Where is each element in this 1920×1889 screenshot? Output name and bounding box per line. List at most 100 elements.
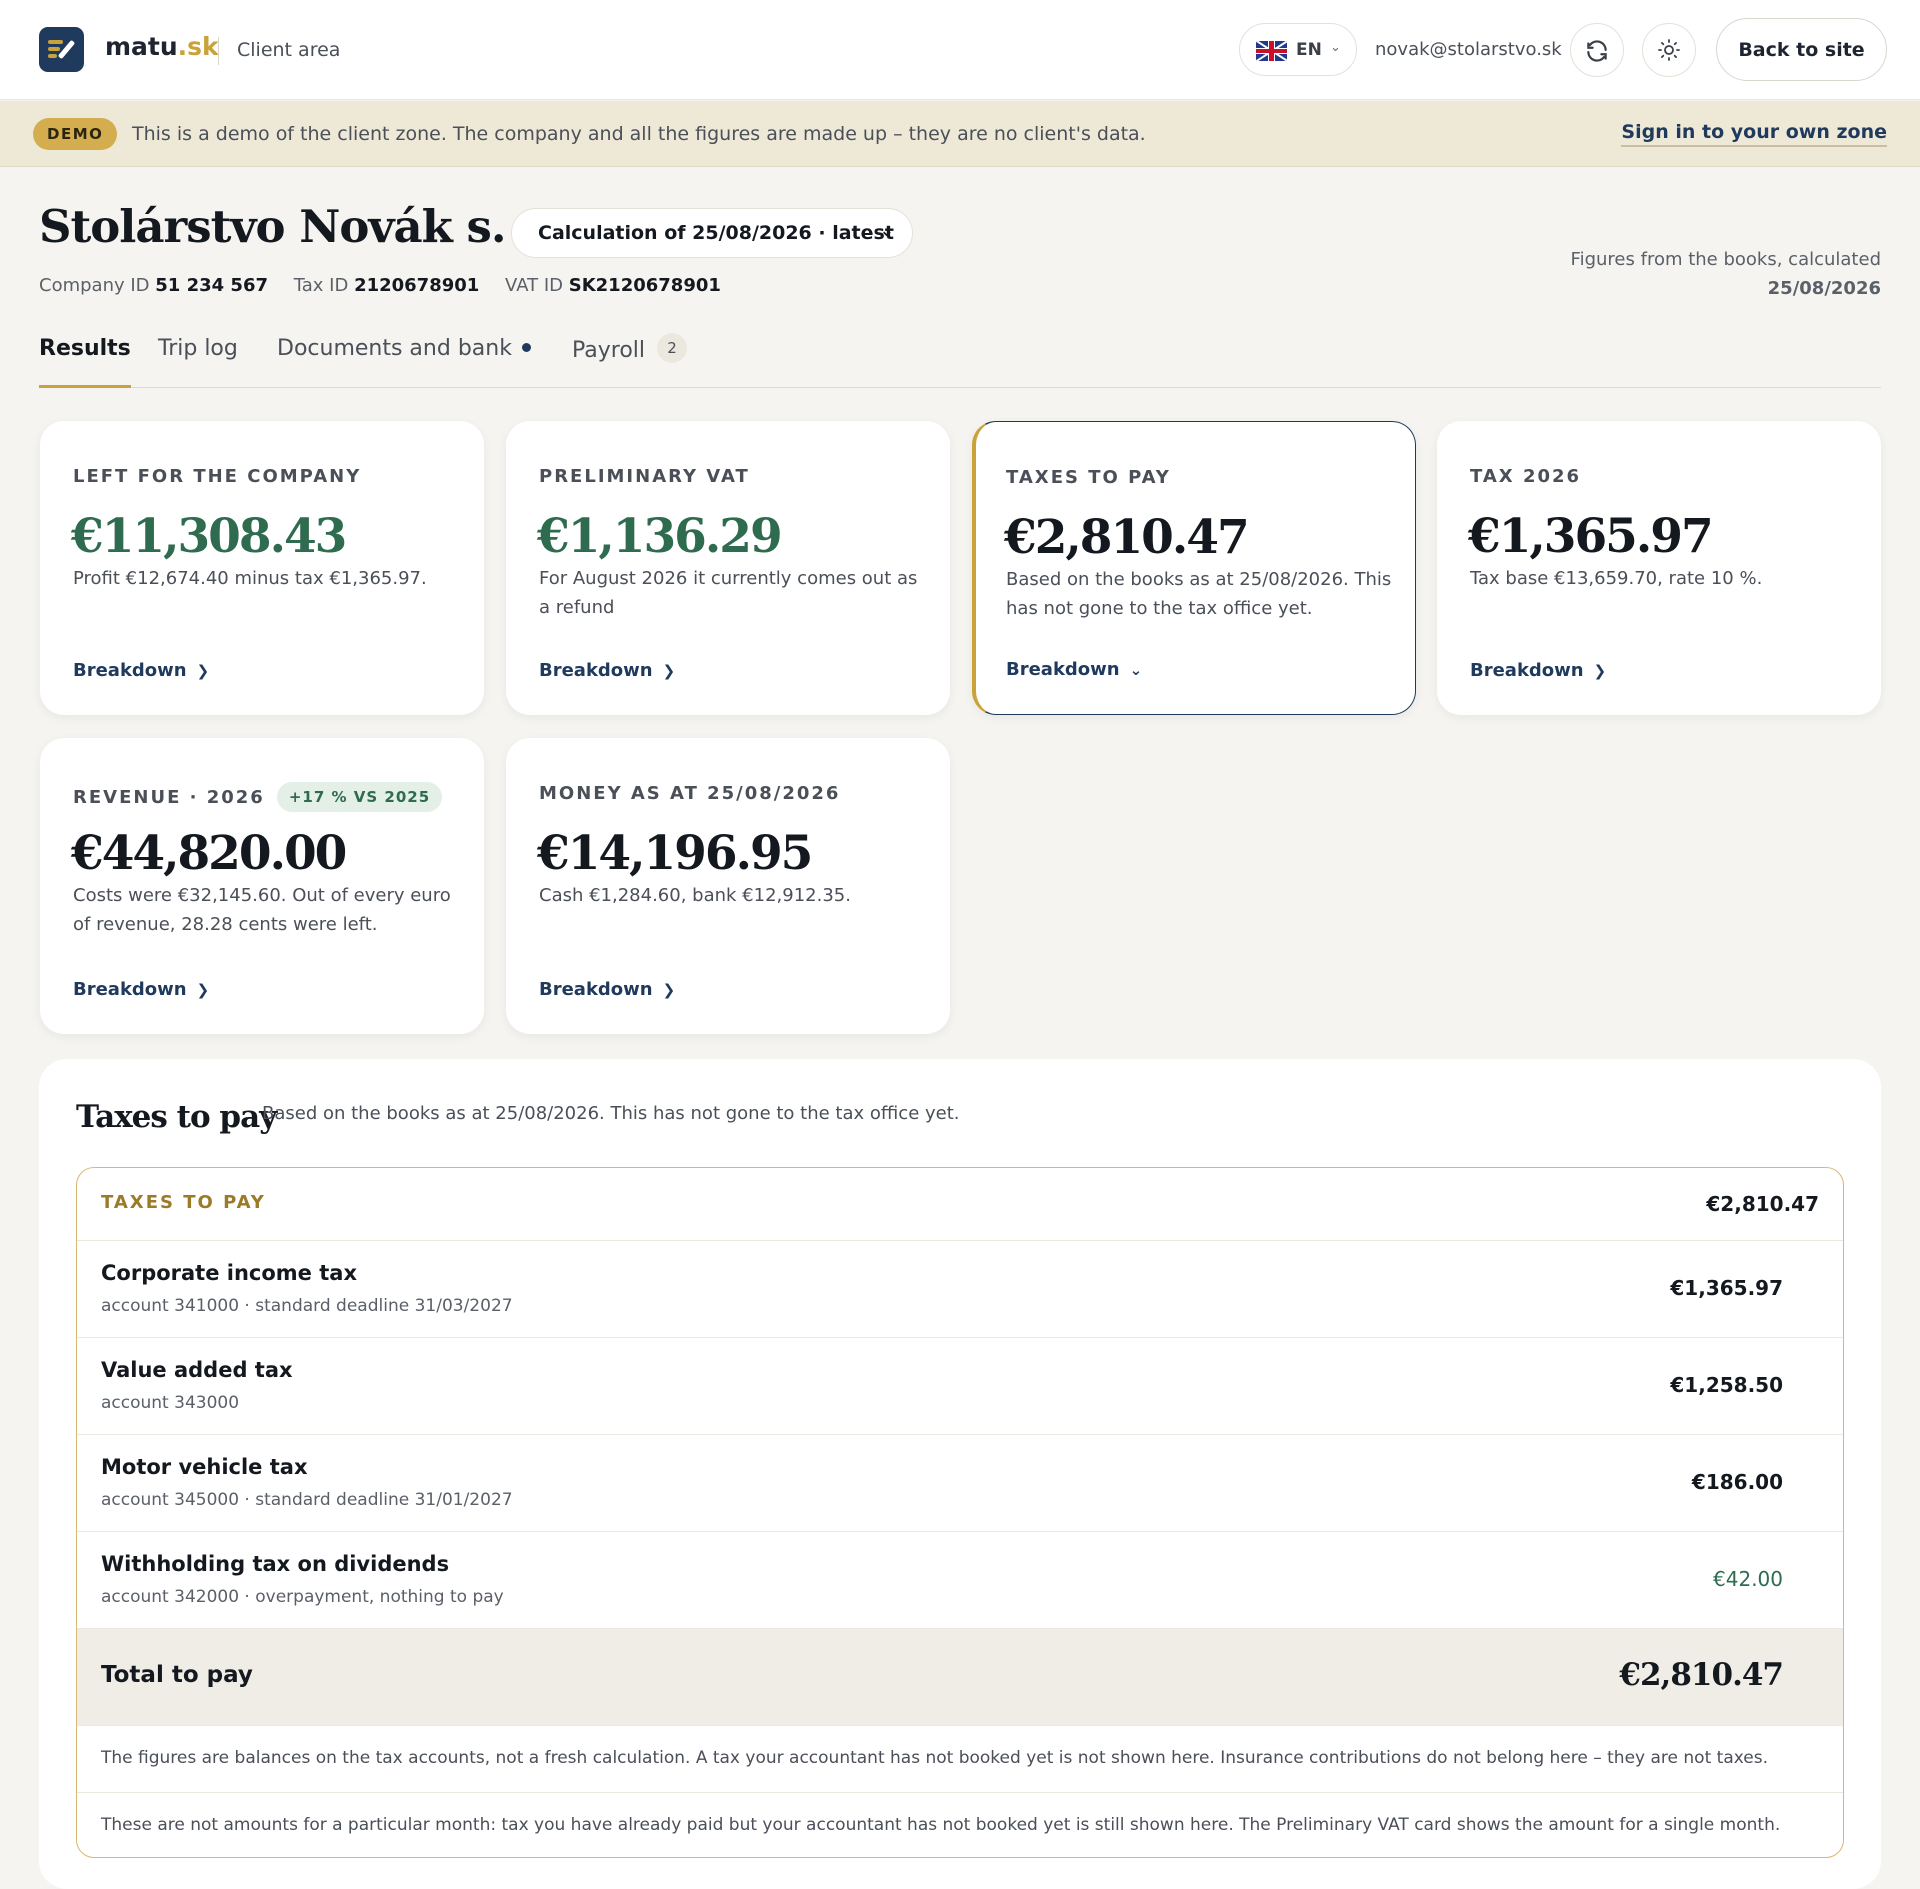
card-label: PRELIMINARY VAT: [539, 466, 750, 487]
tax-name: Corporate income tax: [101, 1261, 357, 1285]
unread-dot-icon: [521, 342, 531, 352]
breakdown-link[interactable]: Breakdown ⌄: [1006, 659, 1142, 680]
chevron-down-icon: ⌄: [879, 221, 894, 241]
card-description: Costs were €32,145.60. Out of every euro…: [73, 885, 451, 935]
section-title: Taxes to pay: [76, 1099, 277, 1135]
card-value: €14,196.95: [537, 826, 813, 881]
brand-divider: [218, 37, 219, 65]
brand-name[interactable]: matu.sk: [105, 32, 219, 61]
breakdown-link[interactable]: Breakdown ❯: [539, 979, 675, 1000]
card-description: Cash €1,284.60, bank €12,912.35.: [539, 885, 851, 906]
tab-documents-and-bank[interactable]: Documents and bank: [277, 336, 531, 388]
calculation-select[interactable]: Calculation of 25/08/2026 · latest ⌄: [511, 208, 913, 258]
demo-badge: DEMO: [33, 118, 118, 150]
total-label: Total to pay: [101, 1662, 253, 1688]
card-description: Based on the books as at 25/08/2026. Thi…: [1006, 569, 1392, 619]
calculation-select-value: Calculation of 25/08/2026 · latest: [538, 222, 894, 244]
taxes-note: The figures are balances on the tax acco…: [101, 1748, 1768, 1768]
tab-bar: Results Trip log Documents and bank Payr…: [39, 332, 1881, 388]
card-description: Profit €12,674.40 minus tax €1,365.97.: [73, 568, 427, 589]
tax-amount: €1,258.50: [1670, 1373, 1783, 1397]
chevron-down-icon: ⌄: [1330, 40, 1341, 55]
divider: [77, 1792, 1843, 1793]
card-value: €1,136.29: [537, 509, 783, 564]
language-code: EN: [1296, 40, 1322, 60]
chevron-right-icon: ❯: [1593, 662, 1607, 680]
total-amount: €2,810.47: [1619, 1657, 1784, 1693]
table-row: Value added tax account 343000 €1,258.50: [77, 1338, 1843, 1435]
user-email: novak@stolarstvo.sk: [1375, 39, 1562, 60]
taxes-section: Taxes to pay Based on the books as at 25…: [39, 1059, 1881, 1889]
tax-name: Value added tax: [101, 1358, 293, 1382]
chevron-down-icon: ⌄: [1129, 661, 1143, 679]
figures-note-date: 25/08/2026: [1767, 278, 1881, 299]
chevron-right-icon: ❯: [196, 662, 210, 680]
taxes-table: TAXES TO PAY €2,810.47 Corporate income …: [76, 1167, 1844, 1858]
tab-payroll[interactable]: Payroll 2: [572, 333, 688, 388]
taxes-header-amount: €2,810.47: [1706, 1192, 1819, 1216]
breakdown-link[interactable]: Breakdown ❯: [73, 979, 209, 1000]
card-label: TAX 2026: [1470, 466, 1582, 487]
figures-note-text: Figures from the books, calculated: [1570, 249, 1881, 270]
tax-meta: account 343000: [101, 1393, 240, 1413]
tab-results[interactable]: Results: [39, 336, 131, 388]
breakdown-link[interactable]: Breakdown ❯: [539, 660, 675, 681]
card-value: €11,308.43: [71, 509, 347, 564]
payroll-count-badge: 2: [657, 333, 688, 363]
table-row: Motor vehicle tax account 345000 · stand…: [77, 1435, 1843, 1532]
tax-amount: €1,365.97: [1670, 1276, 1783, 1300]
refresh-icon: [1587, 40, 1607, 62]
tax-amount: €186.00: [1691, 1470, 1783, 1494]
card-preliminary-vat[interactable]: PRELIMINARY VAT €1,136.29 For August 202…: [506, 421, 950, 715]
section-subtitle: Based on the books as at 25/08/2026. Thi…: [262, 1103, 960, 1124]
card-value: €2,810.47: [1004, 510, 1250, 565]
card-value: €44,820.00: [71, 826, 347, 881]
back-to-site-button[interactable]: Back to site: [1716, 18, 1887, 81]
card-label: REVENUE · 2026 +17 % VS 2025: [73, 782, 443, 813]
vat-id: VAT ID SK2120678901: [505, 275, 721, 296]
card-left-for-company[interactable]: LEFT FOR THE COMPANY €11,308.43 Profit €…: [40, 421, 484, 715]
tab-trip-log[interactable]: Trip log: [158, 336, 238, 388]
card-label: LEFT FOR THE COMPANY: [73, 466, 362, 487]
company-id: Company ID 51 234 567: [39, 275, 268, 296]
chevron-right-icon: ❯: [662, 662, 676, 680]
taxes-table-header: TAXES TO PAY €2,810.47: [77, 1168, 1843, 1241]
chevron-right-icon: ❯: [196, 981, 210, 999]
language-selector[interactable]: EN ⌄: [1239, 23, 1357, 76]
card-description: For August 2026 it currently comes out a…: [539, 568, 918, 618]
tax-name: Motor vehicle tax: [101, 1455, 308, 1479]
tax-amount: €42.00: [1713, 1567, 1783, 1591]
demo-text: This is a demo of the client zone. The c…: [132, 123, 1146, 145]
tax-meta: account 345000 · standard deadline 31/01…: [101, 1490, 513, 1510]
theme-toggle-button[interactable]: [1642, 23, 1696, 77]
figures-note: Figures from the books, calculated 25/08…: [1571, 245, 1881, 303]
tax-id: Tax ID 2120678901: [293, 275, 480, 296]
card-tax-2026[interactable]: TAX 2026 €1,365.97 Tax base €13,659.70, …: [1437, 421, 1881, 715]
sign-in-link[interactable]: Sign in to your own zone: [1621, 121, 1887, 147]
card-value: €1,365.97: [1468, 509, 1714, 564]
company-ids: Company ID 51 234 567 Tax ID 2120678901 …: [39, 275, 741, 296]
card-description: Tax base €13,659.70, rate 10 %.: [1470, 568, 1763, 589]
card-taxes-to-pay[interactable]: TAXES TO PAY €2,810.47 Based on the book…: [972, 421, 1416, 715]
card-label: TAXES TO PAY: [1006, 467, 1171, 488]
tax-name: Withholding tax on dividends: [101, 1552, 450, 1576]
tax-meta: account 342000 · overpayment, nothing to…: [101, 1587, 504, 1607]
breakdown-link[interactable]: Breakdown ❯: [1470, 660, 1606, 681]
card-label: MONEY AS AT 25/08/2026: [539, 783, 841, 804]
table-row: Corporate income tax account 341000 · st…: [77, 1241, 1843, 1338]
tax-meta: account 341000 · standard deadline 31/03…: [101, 1296, 513, 1316]
breakdown-link[interactable]: Breakdown ❯: [73, 660, 209, 681]
total-row: Total to pay €2,810.47: [77, 1629, 1843, 1726]
refresh-button[interactable]: [1570, 23, 1624, 77]
top-bar: matu.sk Client area EN ⌄ novak@stolarstv…: [0, 0, 1920, 100]
sun-icon: [1658, 39, 1680, 61]
client-area-label: Client area: [237, 39, 341, 61]
chevron-right-icon: ❯: [662, 981, 676, 999]
uk-flag-icon: [1256, 41, 1287, 61]
taxes-header-label: TAXES TO PAY: [101, 1192, 266, 1213]
demo-banner: DEMO This is a demo of the client zone. …: [0, 101, 1920, 167]
card-money-as-at[interactable]: MONEY AS AT 25/08/2026 €14,196.95 Cash €…: [506, 738, 950, 1034]
revenue-growth-badge: +17 % VS 2025: [276, 782, 443, 812]
logo-icon[interactable]: [39, 27, 84, 72]
card-revenue-2026[interactable]: REVENUE · 2026 +17 % VS 2025 €44,820.00 C…: [40, 738, 484, 1034]
